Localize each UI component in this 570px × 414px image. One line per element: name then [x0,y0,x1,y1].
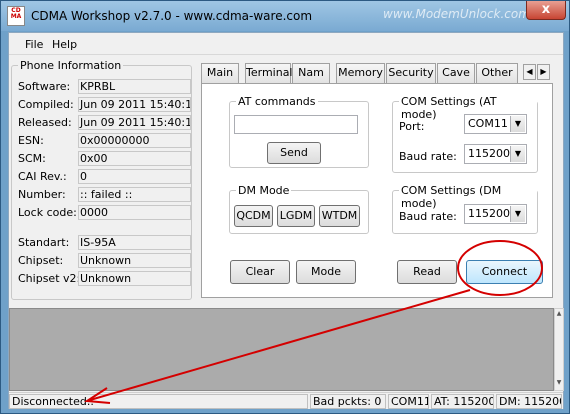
lgdm-button[interactable]: LGDM [277,205,315,227]
info-label: Chipset: [18,254,64,267]
info-value: Unknown [78,253,191,268]
com-dm-group: COM Settings (DM mode) Baud rate: 115200… [392,184,538,234]
info-label: Number: [18,188,66,201]
main-tab-panel: AT commands Send DM Mode QCDM LGDM WTDM … [201,83,553,298]
status-connection: Disconnected.. [9,394,308,409]
baud-label-dm: Baud rate: [399,210,457,223]
tab-main[interactable]: Main [201,63,239,83]
status-at-baud: AT: 115200 [431,394,494,409]
info-label: Lock code: [18,206,77,219]
info-value: 0x00 [78,151,191,166]
baud-value-at: 115200 [468,147,510,160]
tab-terminal[interactable]: Terminal [245,63,293,83]
status-dm-baud: DM: 115200 [496,394,562,409]
info-value: Unknown [78,271,191,286]
tab-security[interactable]: Security [386,63,436,83]
qcdm-button[interactable]: QCDM [234,205,273,227]
close-button[interactable]: x [526,1,566,20]
info-label: ESN: [18,134,44,147]
com-at-group: COM Settings (AT mode) Port: COM11 ▼ Bau… [392,95,538,173]
dm-mode-group: DM Mode QCDM LGDM WTDM [229,184,369,234]
client-area: File Help Phone Information Software: KPR… [8,32,564,409]
phone-info-title: Phone Information [18,59,124,72]
chevron-down-icon: ▼ [510,206,525,222]
menu-help[interactable]: Help [52,38,77,51]
at-commands-title: AT commands [236,95,318,108]
status-com-port: COM11 [388,394,429,409]
port-value: COM11 [468,117,508,130]
info-value: 0000 [78,205,191,220]
phone-info-group: Phone Information Software: KPRBL Compiled… [11,59,192,300]
info-value: KPRBL [78,79,191,94]
window-title: CDMA Workshop v2.7.0 - www.cdma-ware.com [31,9,313,23]
read-button[interactable]: Read [397,260,457,284]
at-commands-group: AT commands Send [229,95,369,168]
app-logo-icon: CD MA [7,6,25,26]
log-scrollbar[interactable]: ▲ ▼ [554,308,564,391]
dm-mode-title: DM Mode [236,184,292,197]
info-value: :: failed :: [78,187,191,202]
baud-value-dm: 115200 [468,207,510,220]
info-label: Software: [18,80,71,93]
app-window: CD MA CDMA Workshop v2.7.0 - www.cdma-war… [0,0,570,414]
baud-label-at: Baud rate: [399,150,457,163]
chevron-down-icon: ▼ [510,146,525,162]
clear-button[interactable]: Clear [230,260,290,284]
info-label: Chipset v2: [18,272,81,285]
wtdm-button[interactable]: WTDM [319,205,360,227]
chevron-down-icon: ▼ [510,116,525,132]
port-label: Port: [399,120,425,133]
tab-cave[interactable]: Cave [437,63,475,83]
tab-scroll-left-icon[interactable]: ◀ [523,64,536,80]
status-bar: Disconnected.. Bad pckts: 0 COM11 AT: 11… [9,392,563,409]
mode-button[interactable]: Mode [296,260,356,284]
port-select[interactable]: COM11 ▼ [464,114,527,134]
info-value: 0x00000000 [78,133,191,148]
at-command-input[interactable] [234,115,358,134]
title-bar[interactable]: CD MA CDMA Workshop v2.7.0 - www.cdma-war… [1,1,569,31]
info-label: SCM: [18,152,46,165]
menu-bar: File Help [9,33,563,55]
scroll-down-icon[interactable]: ▼ [555,379,563,389]
tab-nam[interactable]: Nam [292,63,330,83]
status-bad-packets: Bad pckts: 0 [310,394,386,409]
menu-file[interactable]: File [25,38,43,51]
info-value: IS-95A [78,235,191,250]
scroll-up-icon[interactable]: ▲ [555,310,563,320]
tab-other[interactable]: Other [476,63,518,83]
baud-select-dm[interactable]: 115200 ▼ [464,204,527,224]
info-label: CAI Rev.: [18,170,67,183]
info-label: Compiled: [18,98,74,111]
send-button[interactable]: Send [267,142,321,164]
baud-select-at[interactable]: 115200 ▼ [464,144,527,164]
watermark: www.ModemUnlock.com [383,7,530,21]
info-value: 0 [78,169,191,184]
tab-scroll-right-icon[interactable]: ▶ [537,64,550,80]
info-value: Jun 09 2011 15:40:11 [78,115,191,130]
connect-button[interactable]: Connect [466,260,543,284]
log-area[interactable] [9,308,554,391]
info-label: Released: [18,116,72,129]
tab-memory[interactable]: Memory [336,63,385,83]
info-value: Jun 09 2011 15:40:11 [78,97,191,112]
info-label: Standart: [18,236,70,249]
